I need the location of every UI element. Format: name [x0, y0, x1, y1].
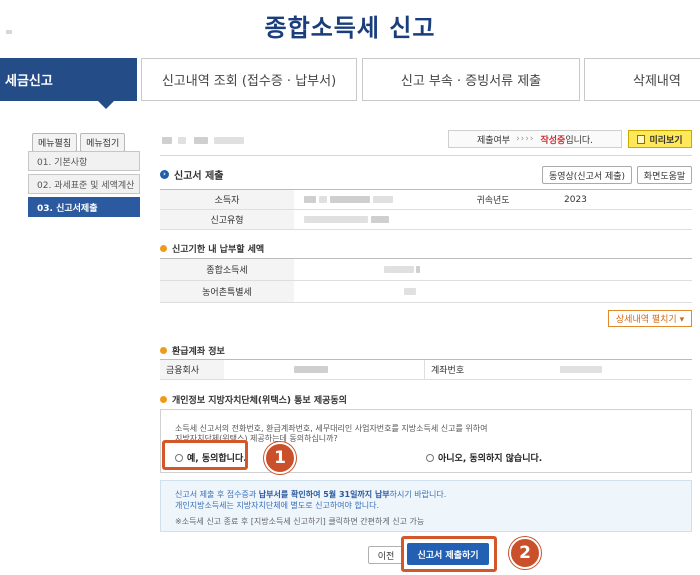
- sidebar-item-submit[interactable]: 03. 신고서제출: [28, 197, 140, 217]
- previous-button[interactable]: 이전: [368, 546, 404, 564]
- tab-tax-filing[interactable]: 세금신고: [0, 58, 137, 101]
- document-icon: [637, 134, 646, 144]
- menu-toggle-group: 메뉴펼침 메뉴접기: [32, 133, 126, 152]
- table-row: 종합소득세: [160, 259, 692, 281]
- tax-section-title-text: 신고기한 내 납부할 세액: [172, 245, 265, 255]
- header-divider: [160, 155, 692, 156]
- taxpayer-info-table: 소득자 귀속년도 2023 신고유형: [160, 189, 692, 230]
- status-label: 제출여부: [476, 135, 511, 146]
- sidebar-item-tax-calculation[interactable]: 02. 과세표준 및 세액계산: [28, 174, 140, 194]
- table-row: 소득자 귀속년도 2023: [160, 190, 692, 210]
- tab-deleted-history[interactable]: 삭제내역: [584, 58, 700, 101]
- table-row: 농어촌특별세: [160, 281, 692, 303]
- step-badge-2: 2: [509, 537, 541, 569]
- menu-expand-button[interactable]: 메뉴펼침: [32, 133, 78, 152]
- filing-type-label: 신고유형: [160, 210, 294, 229]
- arrow-circle-icon: ›: [160, 170, 169, 179]
- preview-button[interactable]: 미리보기: [628, 130, 692, 148]
- notice-line-2: 개인지방소득세는 지방자치단체에 별도로 신고하여야 합니다.: [175, 501, 380, 510]
- account-value: [558, 360, 692, 379]
- bullet-icon: [160, 396, 167, 403]
- notice-line-3: ※소득세 신고 종료 후 [지방소득세 신고하기] 클릭하면 간편하게 신고 가…: [175, 517, 425, 526]
- submit-section-title-text: 신고서 제출: [174, 171, 224, 182]
- step-badge-1: 1: [264, 442, 296, 474]
- bank-label: 금융회사: [160, 360, 224, 379]
- tax-amount-table: 종합소득세 농어촌특별세: [160, 258, 692, 303]
- consent-no-option[interactable]: 아니오, 동의하지 않습니다.: [426, 451, 542, 464]
- preview-label: 미리보기: [649, 135, 683, 146]
- consent-section-title: 개인정보 지방자치단체(위택스) 통보 제공동의: [160, 393, 347, 406]
- status-suffix: 입니다.: [565, 135, 594, 146]
- highlight-box-consent-yes: [162, 440, 248, 470]
- taxpayer-value: [294, 190, 428, 209]
- page-title: 종합소득세 신고: [264, 14, 436, 42]
- consent-question-line1: 소득세 신고서의 전화번호, 환급계좌번호, 세무대리인 사업자번호를 지방소득…: [175, 424, 488, 433]
- status-separator: ››››: [516, 134, 535, 144]
- menu-collapse-button[interactable]: 메뉴접기: [80, 133, 126, 152]
- expand-details-button[interactable]: 상세내역 펼치기 ▾: [608, 310, 692, 327]
- income-tax-value: [294, 259, 692, 280]
- bullet-icon: [160, 245, 167, 252]
- income-tax-label: 종합소득세: [160, 259, 294, 280]
- bullet-icon: [160, 347, 167, 354]
- masked-user-info: [162, 136, 244, 146]
- status-value: 작성중: [540, 135, 566, 146]
- video-guide-button[interactable]: 동영상(신고서 제출): [542, 166, 632, 184]
- refund-section-title: 환급계좌 정보: [160, 344, 225, 357]
- account-label: 계좌번호: [424, 360, 558, 379]
- screen-help-button[interactable]: 화면도움말: [637, 166, 692, 184]
- masked-mark: [6, 30, 12, 34]
- step-sidebar: 01. 기본사항 02. 과세표준 및 세액계산 03. 신고서제출: [28, 151, 140, 220]
- rural-tax-value: [294, 281, 692, 302]
- table-row: 신고유형: [160, 210, 692, 230]
- submission-status: 제출여부 ›››› 작성중입니다.: [448, 130, 622, 148]
- table-row: 금융회사 계좌번호: [160, 360, 692, 380]
- tab-filing-history[interactable]: 신고내역 조회 (접수증 · 납부서): [141, 58, 357, 101]
- sidebar-item-basic-info[interactable]: 01. 기본사항: [28, 151, 140, 171]
- main-tab-bar: 세금신고 신고내역 조회 (접수증 · 납부서) 신고 부속 · 증빙서류 제출…: [0, 58, 700, 101]
- taxpayer-label: 소득자: [160, 190, 294, 209]
- active-tab-pointer: [98, 101, 114, 109]
- refund-section-title-text: 환급계좌 정보: [172, 347, 225, 357]
- submit-section-title: › 신고서 제출: [160, 167, 223, 182]
- consent-no-label: 아니오, 동의하지 않습니다.: [438, 454, 543, 464]
- notice-box: 신고서 제출 후 접수증과 납부서를 확인하여 5월 31일까지 납부하시기 바…: [160, 480, 692, 532]
- tab-supporting-docs[interactable]: 신고 부속 · 증빙서류 제출: [362, 58, 580, 101]
- year-value: 2023: [564, 194, 587, 205]
- tax-section-title: 신고기한 내 납부할 세액: [160, 242, 264, 255]
- highlight-box-submit: [401, 536, 497, 572]
- rural-tax-label: 농어촌특별세: [160, 281, 294, 302]
- year-label: 귀속년도: [428, 190, 558, 209]
- filing-type-value: [294, 210, 692, 229]
- notice-line-1: 신고서 제출 후 접수증과 납부서를 확인하여 5월 31일까지 납부하시기 바…: [175, 490, 447, 499]
- refund-account-table: 금융회사 계좌번호: [160, 359, 692, 380]
- bank-value: [224, 360, 424, 379]
- radio-button-no[interactable]: [426, 453, 434, 462]
- consent-section-title-text: 개인정보 지방자치단체(위택스) 통보 제공동의: [172, 396, 347, 406]
